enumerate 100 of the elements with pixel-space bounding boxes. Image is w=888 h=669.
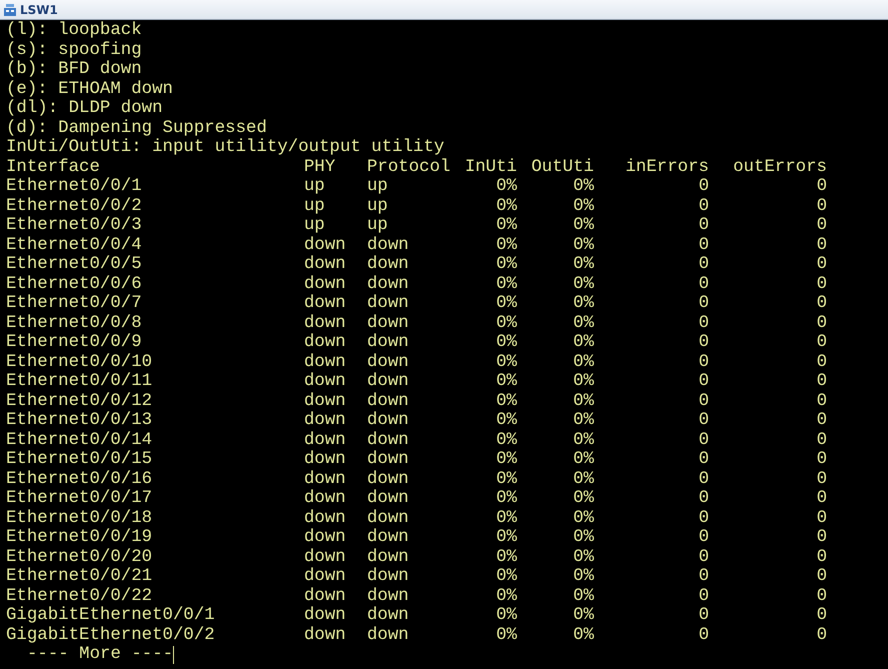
table-cell-text: Ethernet0/0/18 (6, 508, 154, 528)
table-cell-text: 0% (572, 177, 594, 196)
table-cell-text: 0 (698, 489, 709, 508)
table-cell-text: 0 (816, 430, 827, 450)
table-cell-text: 0% (495, 236, 517, 255)
table-cell-text: 0 (698, 333, 709, 352)
table-cell-text: 0% (495, 196, 517, 216)
table-cell-text: 0 (816, 411, 827, 430)
table-cell-text: 0 (698, 255, 709, 274)
column-header: InUti (464, 158, 517, 177)
table-cell-text: Ethernet0/0/17 (6, 489, 154, 508)
table-cell-text: 0 (698, 586, 709, 606)
table-cell-text: 0% (495, 548, 517, 567)
table-cell-text: 0 (816, 450, 827, 470)
table-cell-text: 0% (495, 255, 517, 274)
column-header: Interface (6, 158, 101, 177)
window-title: LSW1 (20, 2, 58, 16)
table-cell-text: Ethernet0/0/7 (6, 294, 143, 314)
table-cell-text: 0% (572, 528, 594, 548)
table-cell-text: 0% (495, 216, 517, 236)
table-cell-text: down (304, 567, 347, 586)
table-cell-text: down (367, 489, 410, 508)
table-cell-text: down (367, 567, 410, 586)
table-cell-text: Ethernet0/0/20 (6, 548, 154, 567)
table-cell-text: 0 (816, 333, 827, 352)
table-cell-text: down (367, 450, 410, 470)
table-cell-text: Ethernet0/0/12 (6, 392, 154, 411)
table-cell-text: up (367, 196, 389, 216)
table-cell-text: down (367, 352, 410, 372)
table-cell-text: Ethernet0/0/15 (6, 450, 154, 470)
table-cell-text: down (367, 314, 410, 333)
table-cell-text: down (304, 470, 347, 489)
terminal-line: (b): BFD down (6, 60, 142, 80)
table-cell-text: 0 (698, 352, 709, 372)
table-cell-text: 0 (698, 450, 709, 470)
table-cell-text: down (304, 430, 347, 450)
table-cell-text: 0 (698, 411, 709, 430)
table-cell-text: 0% (495, 508, 517, 528)
more-prompt: ---- More ---- (27, 645, 174, 664)
table-cell-text: 0% (495, 586, 517, 606)
table-cell-text: 0% (572, 470, 594, 489)
table-cell-text: GigabitEthernet0/0/2 (6, 626, 216, 645)
table-cell-text: 0 (698, 236, 709, 255)
table-cell-text: 0% (495, 392, 517, 411)
table-cell-text: 0% (495, 606, 517, 626)
table-cell-text: 0% (572, 411, 594, 430)
table-cell-text: 0 (816, 294, 827, 314)
table-cell-text: down (304, 372, 347, 392)
table-cell-text: 0 (698, 430, 709, 450)
table-cell-text: 0 (816, 314, 827, 333)
table-cell-text: 0% (495, 294, 517, 314)
table-cell-text: 0% (572, 314, 594, 333)
table-cell-text: 0% (495, 626, 517, 645)
table-cell-text: 0 (698, 372, 709, 392)
terminal-line: (e): ETHOAM down (6, 80, 173, 99)
table-cell-text: 0 (816, 177, 827, 196)
table-cell-text: down (304, 352, 347, 372)
table-cell-text: down (304, 548, 347, 567)
table-cell-text: Ethernet0/0/2 (6, 196, 143, 216)
table-cell-text: down (367, 528, 410, 548)
table-cell-text: 0% (572, 372, 594, 392)
table-cell-text: up (367, 177, 389, 196)
column-header: OutUti (530, 158, 594, 177)
table-cell-text: GigabitEthernet0/0/1 (6, 606, 216, 626)
table-cell-text: Ethernet0/0/5 (6, 255, 143, 274)
terminal-line: InUti/OutUti: input utility/output utility (6, 138, 444, 158)
table-cell-text: 0 (816, 606, 827, 626)
table-cell-text: 0 (698, 548, 709, 567)
table-cell-text: 0 (698, 470, 709, 489)
terminal-line: (l): loopback (6, 21, 142, 40)
table-cell-text: Ethernet0/0/19 (6, 528, 154, 548)
table-cell-text: down (304, 294, 347, 314)
table-cell-text: down (304, 274, 347, 294)
table-cell-text: down (304, 586, 347, 606)
table-cell-text: Ethernet0/0/21 (6, 567, 154, 586)
table-cell-text: down (304, 489, 347, 508)
table-cell-text: up (367, 216, 389, 236)
table-cell-text: 0 (698, 294, 709, 314)
table-cell-text: 0 (816, 236, 827, 255)
table-cell-text: 0 (698, 216, 709, 236)
table-cell-text: 0% (572, 352, 594, 372)
table-cell-text: 0 (816, 255, 827, 274)
table-cell-text: 0% (495, 177, 517, 196)
table-cell-text: down (367, 255, 410, 274)
table-cell-text: 0% (572, 508, 594, 528)
table-cell-text: down (367, 430, 410, 450)
table-cell-text: down (304, 626, 347, 645)
table-cell-text: up (304, 216, 326, 236)
table-cell-text: 0% (572, 196, 594, 216)
table-cell-text: down (304, 606, 347, 626)
table-cell-text: 0% (495, 411, 517, 430)
table-cell-text: Ethernet0/0/9 (6, 333, 143, 352)
table-cell-text: down (304, 333, 347, 352)
table-cell-text: 0 (698, 196, 709, 216)
column-header: outErrors (732, 158, 827, 177)
table-cell-text: 0 (816, 352, 827, 372)
table-cell-text: 0 (698, 528, 709, 548)
table-cell-text: 0% (572, 626, 594, 645)
table-cell-text: 0% (572, 333, 594, 352)
table-cell-text: down (304, 236, 347, 255)
